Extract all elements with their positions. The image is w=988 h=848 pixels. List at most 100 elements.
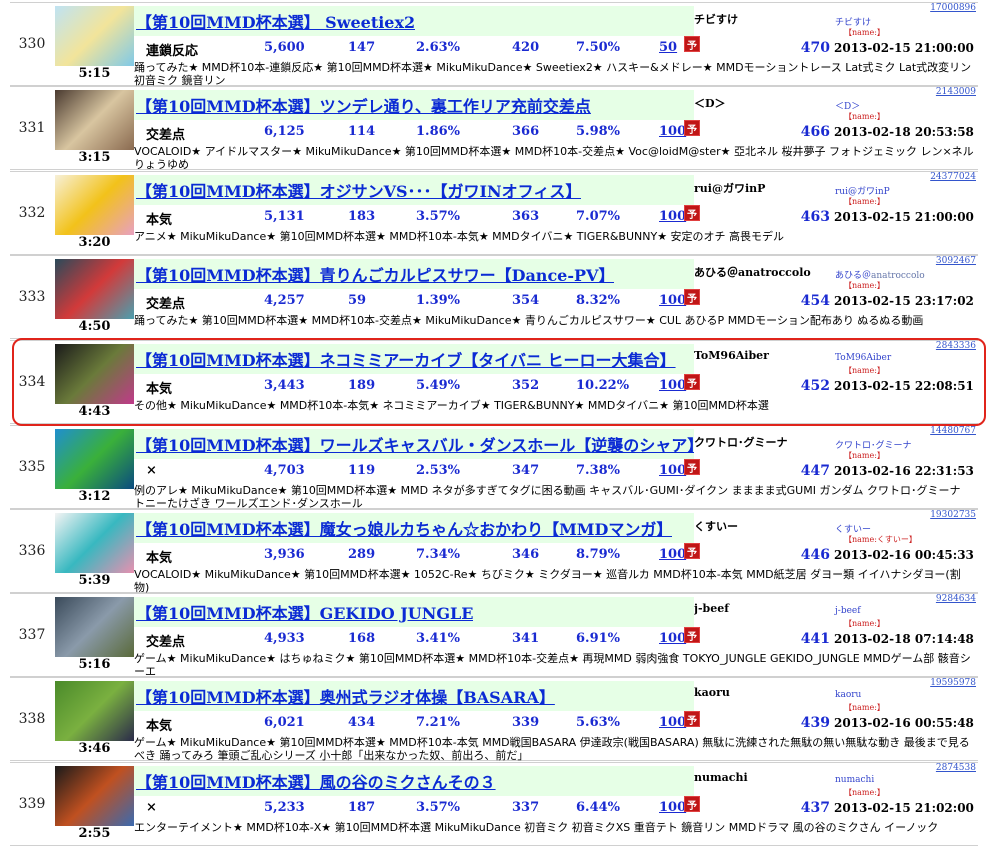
video-title-link[interactable]: 【第10回MMD杯本選】ワールズキャスバル・ダンスホール【逆襲のシャア】: [136, 432, 694, 456]
video-title-link[interactable]: 【第10回MMD杯本選】オジサンVS･･･【ガワINオフィス】: [136, 178, 581, 202]
uploader-name: j-beef: [694, 602, 729, 615]
video-id-link[interactable]: 24377024: [930, 172, 976, 182]
ad-points-link[interactable]: 100: [659, 378, 686, 393]
comments-count: 114: [348, 124, 376, 139]
reserve-badge[interactable]: 予: [684, 543, 700, 559]
comments-count: 289: [348, 547, 376, 562]
reserve-badge[interactable]: 予: [684, 627, 700, 643]
score-value: 463: [800, 209, 830, 225]
title-bar: 【第10回MMD杯本選】青りんごカルピスサワー【Dance-PV】: [134, 259, 694, 289]
reserve-badge[interactable]: 予: [684, 459, 700, 475]
comments-count: 183: [348, 209, 376, 224]
mylist-count: 347: [512, 463, 540, 478]
mylist-count: 363: [512, 209, 540, 224]
video-title-link[interactable]: 【第10回MMD杯本選】 Sweetiex2: [136, 9, 415, 33]
ad-points-link[interactable]: 100: [659, 293, 686, 308]
stats-row: 本気 3,936 289 7.34% 346 8.79% 100: [134, 547, 694, 566]
mylist-count: 339: [512, 715, 540, 730]
reserve-badge[interactable]: 予: [684, 711, 700, 727]
ad-points-link[interactable]: 100: [659, 715, 686, 730]
video-id-link[interactable]: 9284634: [936, 594, 976, 604]
video-title-link[interactable]: 【第10回MMD杯本選】ツンデレ通り、裏工作リア充前交差点: [136, 93, 591, 117]
video-thumbnail[interactable]: [55, 259, 134, 319]
video-id-link[interactable]: 3092467: [936, 256, 976, 266]
video-id-link[interactable]: 17000896: [930, 3, 976, 13]
video-thumbnail[interactable]: [55, 344, 134, 404]
reserve-badge[interactable]: 予: [684, 374, 700, 390]
ad-points-link[interactable]: 100: [659, 463, 686, 478]
uploader-link[interactable]: j-beef: [835, 606, 861, 616]
video-duration: 5:16: [78, 657, 111, 672]
thumbnail-image: [55, 344, 134, 404]
video-id-link[interactable]: 19595978: [930, 678, 976, 688]
ad-points-link[interactable]: 100: [659, 209, 686, 224]
reserve-badge[interactable]: 予: [684, 289, 700, 305]
post-date: 2013-02-16 22:31:53: [834, 464, 974, 478]
mylist-count: 341: [512, 631, 540, 646]
video-thumbnail[interactable]: [55, 6, 134, 66]
ad-points-link[interactable]: 100: [659, 800, 686, 815]
category-label: 連鎖反応: [146, 44, 199, 59]
comments-count: 119: [348, 463, 376, 478]
thumbnail-image: [55, 597, 134, 657]
category-label: 交差点: [146, 297, 186, 312]
reserve-badge[interactable]: 予: [684, 796, 700, 812]
rank-number: 339: [18, 796, 46, 812]
video-id-link[interactable]: 2874538: [936, 763, 976, 773]
rank-number: 330: [18, 36, 46, 52]
video-thumbnail[interactable]: [55, 429, 134, 489]
thumbnail-image: [55, 259, 134, 319]
uploader-link[interactable]: ToM96Aiber: [835, 353, 891, 363]
video-thumbnail[interactable]: [55, 175, 134, 235]
video-title-link[interactable]: 【第10回MMD杯本選】風の谷のミクさんその３: [136, 769, 496, 793]
video-title-link[interactable]: 【第10回MMD杯本選】ネコミミアーカイブ【タイバニ ヒーロー大集合】: [136, 347, 676, 371]
score-value: 454: [800, 293, 830, 309]
name-placeholder: 【name:】: [844, 451, 885, 460]
comment-rate: 3.57%: [416, 800, 461, 815]
video-title-link[interactable]: 【第10回MMD杯本選】奥州式ラジオ体操【BASARA】: [136, 684, 555, 708]
rank-number: 334: [18, 374, 46, 390]
mylist-rate: 5.63%: [576, 715, 621, 730]
ad-points-link[interactable]: 100: [659, 124, 686, 139]
video-id-link[interactable]: 2843336: [936, 341, 976, 351]
stats-row: 交差点 4,933 168 3.41% 341 6.91% 100: [134, 631, 694, 650]
stats-row: 連鎖反応 5,600 147 2.63% 420 7.50% 50: [134, 40, 694, 59]
reserve-badge[interactable]: 予: [684, 205, 700, 221]
stats-row: 本気 3,443 189 5.49% 352 10.22% 100: [134, 378, 694, 397]
video-thumbnail[interactable]: [55, 681, 134, 741]
score-value: 437: [800, 800, 830, 816]
reserve-badge[interactable]: 予: [684, 120, 700, 136]
reserve-badge[interactable]: 予: [684, 36, 700, 52]
tag-list: アニメ★ MikuMikuDance★ 第10回MMD杯本選★ MMD杯10本-…: [134, 230, 785, 243]
score-value: 452: [800, 378, 830, 394]
category-label: 本気: [146, 213, 173, 228]
name-placeholder: 【name:】: [844, 28, 885, 37]
video-id-link[interactable]: 19302735: [930, 510, 976, 520]
video-id-link[interactable]: 2143009: [936, 87, 976, 97]
video-id-link[interactable]: 14480767: [930, 426, 976, 436]
video-title-link[interactable]: 【第10回MMD杯本選】青りんごカルピスサワー【Dance-PV】: [136, 262, 614, 286]
title-bar: 【第10回MMD杯本選】ワールズキャスバル・ダンスホール【逆襲のシャア】: [134, 429, 694, 459]
ad-points-link[interactable]: 100: [659, 547, 686, 562]
video-title-link[interactable]: 【第10回MMD杯本選】魔女っ娘ルカちゃん☆おかわり【MMDマンガ】: [136, 516, 672, 540]
views-count: 3,443: [264, 378, 305, 393]
post-date: 2013-02-15 22:08:51: [834, 379, 974, 393]
comment-rate: 2.53%: [416, 463, 461, 478]
video-title-link[interactable]: 【第10回MMD杯本選】GEKIDO JUNGLE: [136, 600, 473, 624]
video-thumbnail[interactable]: [55, 90, 134, 150]
uploader-link[interactable]: numachi: [835, 775, 874, 785]
name-placeholder: 【name:】: [844, 112, 885, 121]
post-date: 2013-02-15 23:17:02: [834, 294, 974, 308]
comment-rate: 1.39%: [416, 293, 461, 308]
video-thumbnail[interactable]: [55, 597, 134, 657]
video-thumbnail[interactable]: [55, 513, 134, 573]
video-duration: 4:50: [78, 319, 111, 334]
video-duration: 3:46: [78, 741, 111, 756]
ad-points-link[interactable]: 50: [659, 40, 677, 55]
rank-number: 331: [18, 120, 46, 136]
rank-number: 332: [18, 205, 46, 221]
uploader-link[interactable]: kaoru: [835, 690, 861, 700]
video-thumbnail[interactable]: [55, 766, 134, 826]
stats-row: 本気 5,131 183 3.57% 363 7.07% 100: [134, 209, 694, 228]
ad-points-link[interactable]: 100: [659, 631, 686, 646]
